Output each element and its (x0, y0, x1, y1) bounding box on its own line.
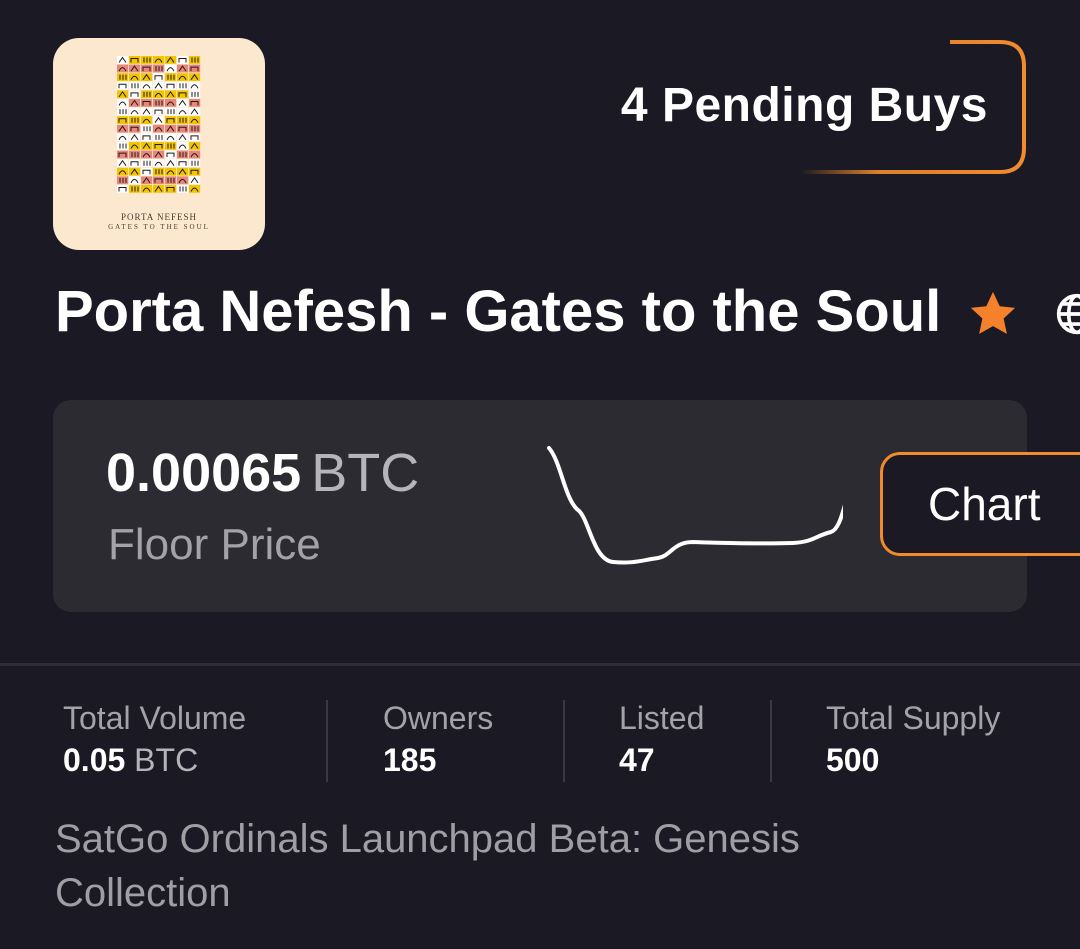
artwork-tile (165, 99, 177, 107)
stat-value: 47 (619, 742, 655, 778)
artwork-tile (153, 90, 165, 99)
artwork-tile (165, 167, 177, 176)
artwork-tile (129, 142, 141, 150)
pending-buys-label: 4 Pending Buys (620, 79, 988, 132)
star-icon[interactable] (966, 288, 1020, 340)
artwork-tile (129, 176, 141, 185)
stat-value: 0.05 BTC (63, 742, 246, 778)
stat-separator (326, 700, 328, 782)
artwork-tile (129, 107, 141, 116)
artwork-tile (117, 133, 129, 142)
stat-total-volume: Total Volume 0.05 BTC (63, 700, 246, 782)
floor-price-value: 0.00065 BTC (106, 442, 419, 504)
artwork-tile (117, 99, 129, 107)
artwork-tile (117, 64, 129, 73)
artwork-tile (165, 64, 177, 73)
artwork-tile (141, 185, 153, 193)
globe-icon[interactable] (1055, 292, 1080, 336)
stat-volume-amount: 0.05 (63, 742, 126, 778)
artwork-tile (165, 133, 177, 142)
artwork-tile (153, 56, 165, 64)
artwork-tile (189, 81, 201, 90)
collection-description: SatGo Ordinals Launchpad Beta: Genesis C… (55, 817, 800, 915)
stat-label: Listed (619, 700, 705, 736)
stat-volume-unit: BTC (134, 742, 199, 778)
stat-value: 500 (826, 742, 880, 778)
artwork-tile (189, 185, 201, 193)
stat-total-supply: Total Supply 500 (826, 700, 1000, 782)
thumbnail-caption-subtitle: GATES TO THE SOUL (108, 223, 210, 231)
artwork-tile (141, 116, 153, 124)
stat-label: Owners (383, 700, 494, 736)
stat-listed: Listed 47 (619, 700, 704, 782)
floor-price-amount: 0.00065 (106, 443, 302, 503)
chart-button[interactable]: Chart (880, 452, 1080, 556)
stat-separator (770, 700, 772, 782)
artwork-tile (141, 150, 153, 159)
section-divider (0, 663, 1080, 666)
stat-separator (563, 700, 565, 782)
artwork-tile (153, 124, 165, 133)
floor-price-label: Floor Price (108, 520, 321, 569)
artwork-tile (141, 81, 153, 90)
stat-label: Total Volume (63, 700, 247, 736)
stat-value: 185 (383, 742, 437, 778)
thumbnail-caption-title: PORTA NEFESH (120, 212, 197, 222)
collection-thumbnail: PORTA NEFESH GATES TO THE SOUL (53, 38, 265, 250)
artwork-tile (117, 167, 129, 176)
stat-label: Total Supply (826, 700, 1001, 736)
artwork-tile (177, 142, 189, 150)
artwork-tile (129, 73, 141, 81)
floor-price-sparkline (547, 446, 843, 565)
artwork-tile (189, 150, 201, 159)
artwork-tile (177, 176, 189, 185)
artwork-tile (153, 159, 165, 167)
stat-owners: Owners 185 (383, 700, 493, 782)
artwork-tile (177, 73, 189, 81)
collection-title: Porta Nefesh - Gates to the Soul (55, 279, 942, 344)
artwork-tile (177, 107, 189, 116)
artwork-tile (189, 116, 201, 124)
floor-price-unit: BTC (311, 443, 420, 503)
pending-buys-button[interactable]: 4 Pending Buys (580, 40, 1026, 174)
